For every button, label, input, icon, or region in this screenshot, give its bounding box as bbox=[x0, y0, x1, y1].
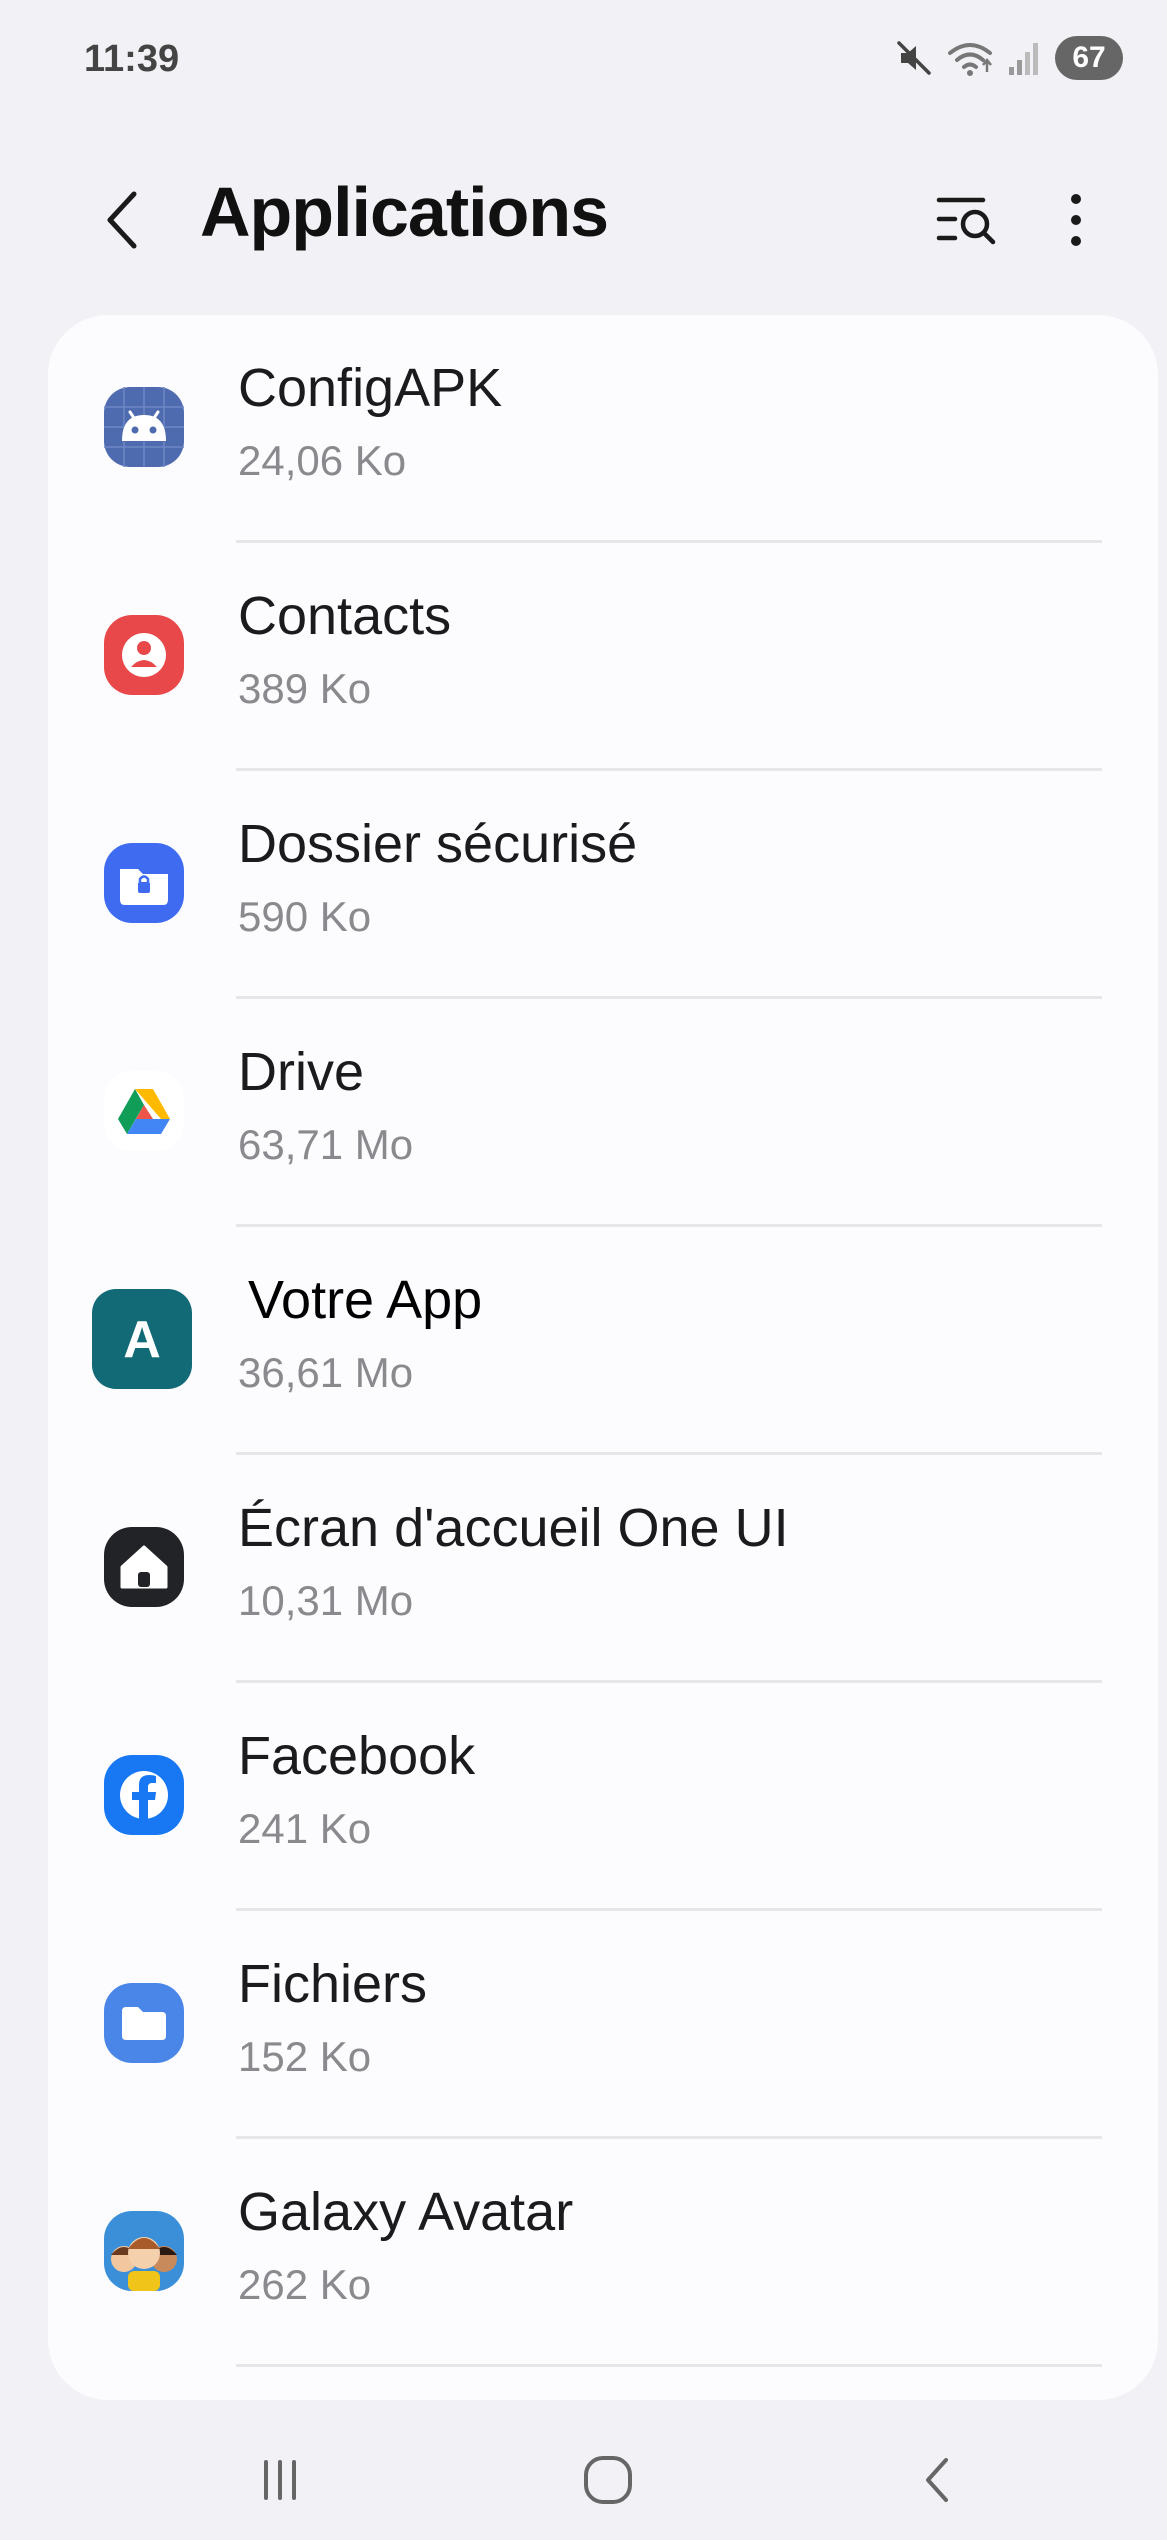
app-item-votre-app[interactable]: A Votre App 36,61 Mo bbox=[48, 1227, 1158, 1455]
home-button-icon bbox=[584, 2456, 632, 2504]
secure-folder-icon bbox=[102, 841, 186, 925]
page-title: Applications bbox=[200, 173, 609, 251]
app-item-configapk[interactable]: ConfigAPK 24,06 Ko bbox=[48, 315, 1158, 543]
app-name: Facebook bbox=[238, 1726, 476, 1786]
folder-icon bbox=[102, 1981, 186, 2065]
app-item-ecran-accueil[interactable]: Écran d'accueil One UI 10,31 Mo bbox=[48, 1455, 1158, 1683]
status-bar: 11:39 67 bbox=[0, 0, 1167, 130]
back-button[interactable] bbox=[92, 180, 152, 260]
app-name: Galaxy Avatar bbox=[238, 2182, 574, 2242]
facebook-icon bbox=[102, 1753, 186, 1837]
back-nav-button[interactable] bbox=[888, 2430, 988, 2530]
app-item-galaxy-avatar[interactable]: Galaxy Avatar 262 Ko bbox=[48, 2139, 1158, 2367]
app-name: ConfigAPK bbox=[238, 358, 503, 418]
status-time: 11:39 bbox=[84, 38, 180, 80]
list-search-icon bbox=[936, 197, 996, 245]
svg-text:A: A bbox=[123, 1311, 161, 1369]
app-name: Drive bbox=[238, 1042, 365, 1102]
chevron-left-icon bbox=[107, 191, 137, 249]
app-item-facebook[interactable]: Facebook 241 Ko bbox=[48, 1683, 1158, 1911]
app-item-drive[interactable]: Drive 63,71 Mo bbox=[48, 999, 1158, 1227]
recents-icon bbox=[264, 2460, 296, 2500]
recents-button[interactable] bbox=[230, 2430, 330, 2530]
app-item-contacts[interactable]: Contacts 389 Ko bbox=[48, 543, 1158, 771]
status-icons: 67 bbox=[895, 36, 1123, 80]
more-options-button[interactable] bbox=[1046, 180, 1106, 260]
app-item-fichiers[interactable]: Fichiers 152 Ko bbox=[48, 1911, 1158, 2139]
app-list: ConfigAPK 24,06 Ko Contacts 389 Ko Dossi… bbox=[48, 315, 1158, 2400]
app-item-dossier-securise[interactable]: Dossier sécurisé 590 Ko bbox=[48, 771, 1158, 999]
app-size: 36,61 Mo bbox=[238, 1349, 414, 1396]
mute-icon bbox=[895, 39, 933, 77]
search-filter-button[interactable] bbox=[930, 182, 1006, 258]
avatar-icon bbox=[102, 2209, 186, 2293]
home-button[interactable] bbox=[558, 2430, 658, 2530]
signal-icon bbox=[1007, 39, 1041, 77]
app-size: 63,71 Mo bbox=[238, 1121, 414, 1168]
app-name: Fichiers bbox=[238, 1954, 428, 2014]
app-size: 389 Ko bbox=[238, 665, 372, 712]
app-size: 241 Ko bbox=[238, 1805, 372, 1852]
app-name: Dossier sécurisé bbox=[238, 814, 638, 874]
navigation-bar bbox=[0, 2420, 1167, 2540]
drive-icon bbox=[102, 1069, 186, 1153]
contacts-icon bbox=[102, 613, 186, 697]
app-size: 10,31 Mo bbox=[238, 1577, 414, 1624]
app-name: Écran d'accueil One UI bbox=[238, 1498, 789, 1558]
divider bbox=[236, 2364, 1102, 2367]
app-size: 24,06 Ko bbox=[238, 437, 407, 484]
app-size: 590 Ko bbox=[238, 893, 372, 940]
back-icon bbox=[926, 2458, 948, 2502]
app-size: 262 Ko bbox=[238, 2261, 372, 2308]
home-icon bbox=[102, 1525, 186, 1609]
more-vertical-icon bbox=[1071, 194, 1081, 246]
android-icon bbox=[102, 385, 186, 469]
wifi-icon bbox=[947, 39, 993, 77]
app-name: Votre App bbox=[248, 1270, 483, 1330]
battery-icon: 67 bbox=[1055, 36, 1123, 80]
app-size: 152 Ko bbox=[238, 2033, 372, 2080]
app-a-icon: A bbox=[92, 1289, 192, 1389]
app-bar: Applications bbox=[0, 150, 1167, 290]
app-name: Contacts bbox=[238, 586, 452, 646]
